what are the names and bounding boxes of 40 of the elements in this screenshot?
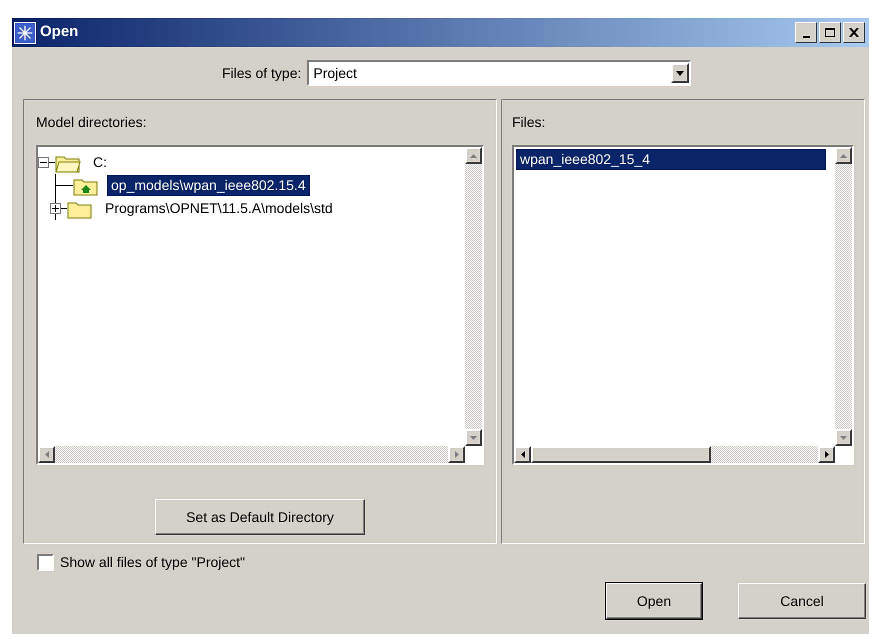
file-item[interactable]: wpan_ieee802_15_4 (516, 149, 826, 170)
directories-label: Model directories: (36, 113, 148, 132)
cancel-button[interactable]: Cancel (738, 583, 866, 619)
scroll-thumb[interactable] (531, 446, 711, 463)
close-button[interactable] (843, 22, 865, 43)
files-label: Files: (512, 113, 546, 132)
scroll-left-button[interactable] (38, 446, 55, 463)
scroll-down-button[interactable] (465, 429, 482, 446)
minimize-button[interactable] (795, 22, 817, 43)
maximize-button[interactable] (819, 22, 841, 43)
left-arrow-icon (44, 451, 48, 458)
up-arrow-icon (840, 154, 847, 158)
tree-item[interactable]: op_models\wpan_ieee802.15.4 (107, 175, 310, 196)
down-arrow-icon (840, 436, 847, 440)
checkbox-label[interactable]: Show all files of type "Project" (60, 552, 246, 573)
set-default-directory-button[interactable]: Set as Default Directory (155, 499, 365, 535)
tree-item[interactable]: Programs\OPNET\11.5.A\models\std (101, 198, 337, 219)
scroll-up-button[interactable] (465, 147, 482, 164)
close-icon (849, 28, 859, 37)
maximize-icon (825, 28, 835, 37)
scroll-left-button[interactable] (514, 446, 531, 463)
scroll-down-button[interactable] (835, 429, 852, 446)
star-icon (14, 22, 36, 44)
expand-icon[interactable] (50, 203, 61, 214)
scroll-up-button[interactable] (835, 147, 852, 164)
tree-item[interactable]: C: (89, 152, 111, 173)
files-of-type-label: Files of type: (222, 64, 302, 83)
right-arrow-icon (824, 451, 828, 458)
window-title: Open (40, 22, 78, 42)
minimize-icon (802, 36, 810, 38)
up-arrow-icon (470, 154, 477, 158)
open-button[interactable]: Open (606, 583, 702, 619)
right-arrow-icon (454, 451, 458, 458)
down-arrow-icon (470, 436, 477, 440)
left-arrow-icon (520, 451, 524, 458)
checkbox[interactable] (37, 554, 54, 571)
collapse-icon[interactable] (38, 157, 49, 168)
file-type-dropdown[interactable]: Project (307, 60, 692, 86)
scroll-right-button[interactable] (448, 446, 465, 463)
scroll-right-button[interactable] (818, 446, 835, 463)
